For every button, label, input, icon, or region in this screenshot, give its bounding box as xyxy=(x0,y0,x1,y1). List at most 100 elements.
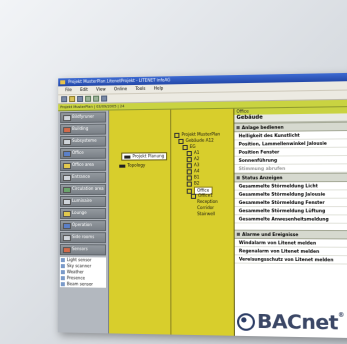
expand-icon xyxy=(186,181,192,187)
sensor-list: Light sensor Sky scanner Weather Presenc… xyxy=(59,257,107,288)
menu-file[interactable]: File xyxy=(65,87,72,92)
list-item[interactable]: Vereisungsschutz von Litenet melden xyxy=(234,255,347,265)
app-window: Projekt MusterPlan.LitenetProjekt - LITE… xyxy=(57,72,347,339)
building-icon xyxy=(63,127,72,134)
sensor-icon xyxy=(62,247,71,254)
expand-icon xyxy=(186,150,192,156)
tree-label: Stairwell xyxy=(197,211,216,217)
project-panel: Projekt Planung Topology xyxy=(109,109,172,335)
nav-label: Subsysteme xyxy=(72,137,97,143)
list-item-label: Sky scanner xyxy=(66,263,92,269)
nav-item-circulation[interactable]: Circulation area xyxy=(60,183,107,196)
settings-icon[interactable] xyxy=(101,95,108,102)
nav-item-luminaire[interactable]: Luminaire xyxy=(59,195,107,208)
nav-item-office-area[interactable]: Office area xyxy=(60,159,107,172)
collapse-icon xyxy=(236,176,240,180)
nav-label: Luminaire xyxy=(71,197,92,203)
undo-icon[interactable] xyxy=(85,95,92,102)
list-item[interactable]: Gesammelte Störmeldung Fenster xyxy=(234,198,347,208)
collapse-icon xyxy=(236,232,240,236)
nav-item-office[interactable]: Office xyxy=(60,147,107,160)
nav-item-side-rooms[interactable]: Side rooms xyxy=(59,232,107,244)
registered-mark: ® xyxy=(337,311,344,319)
collapse-icon xyxy=(236,126,240,130)
redo-icon[interactable] xyxy=(93,95,100,102)
entrance-icon xyxy=(63,174,71,182)
nav-item-subsysteme[interactable]: Subsysteme xyxy=(60,135,107,148)
list-item[interactable]: Gesammelte Störmeldung Licht xyxy=(234,181,347,191)
expand-icon xyxy=(190,193,197,199)
section-header[interactable]: Alarme und Ereignisse xyxy=(234,229,347,240)
tree-label: A1 xyxy=(193,149,200,156)
nav-item-entrance[interactable]: Entrance xyxy=(60,171,107,184)
save-icon[interactable] xyxy=(77,95,84,102)
project-tree: Projekt MusterPlan Gebäude A12 EG A1 A2 … xyxy=(174,131,231,217)
office-icon xyxy=(63,150,72,158)
lounge-icon xyxy=(62,211,71,218)
operation-icon xyxy=(62,223,71,230)
arrow-icon xyxy=(124,155,131,159)
tree-label: Corridor xyxy=(197,205,214,211)
new-icon[interactable] xyxy=(61,96,68,103)
section-label: Status Anzeigen xyxy=(241,175,283,181)
nav-item-bildfyruner[interactable]: Bildfyruner xyxy=(60,111,107,124)
menu-help[interactable]: Help xyxy=(154,86,163,91)
logo-word: BACnet xyxy=(257,310,339,335)
list-item[interactable]: Gesammelte Störmeldung Jalousie xyxy=(234,190,347,199)
menu-view[interactable]: View xyxy=(96,87,106,92)
topology-label: Topology xyxy=(127,162,146,168)
nav-label: Bildfyruner xyxy=(72,113,95,120)
window-title: Projekt MusterPlan.LitenetProjekt - LITE… xyxy=(68,77,171,85)
circulation-icon xyxy=(62,186,71,193)
project-planning-item[interactable]: Projekt Planung xyxy=(121,152,168,161)
bacnet-logo: BACnet® xyxy=(235,297,347,339)
section-header[interactable]: Anlage bedienen xyxy=(234,121,347,133)
app-icon xyxy=(60,80,66,85)
bacnet-logo-icon xyxy=(236,312,255,331)
tree-label: Gebäude A12 xyxy=(185,137,214,143)
list-item-label: Presence xyxy=(66,275,85,281)
weather-icon xyxy=(60,270,65,275)
nav-label: Building xyxy=(72,125,89,131)
expand-icon xyxy=(182,144,188,150)
logo-dot xyxy=(241,316,247,323)
nav-item-sensors[interactable]: Sensors xyxy=(59,244,107,256)
tree-label: Reception xyxy=(197,198,218,204)
expand-icon xyxy=(186,168,192,174)
topology-item[interactable]: Topology xyxy=(119,163,145,169)
section-header[interactable]: Status Anzeigen xyxy=(234,172,347,183)
tree-panel: Projekt MusterPlan Gebäude A12 EG A1 A2 … xyxy=(171,108,235,336)
nav-label: Circulation area xyxy=(71,185,104,191)
expand-icon xyxy=(178,138,184,144)
nav-item-operation[interactable]: Operation xyxy=(59,220,107,232)
project-planning-label: Projekt Planung xyxy=(132,153,165,159)
tree-label: A2 xyxy=(193,156,200,162)
nav-label: Sensors xyxy=(71,246,88,252)
sky-scanner-icon xyxy=(60,264,65,269)
menu-edit[interactable]: Edit xyxy=(80,87,88,92)
detail-panel: Office Gebäude Anlage bedienen Helligkei… xyxy=(234,106,347,339)
expand-icon xyxy=(186,174,192,181)
open-folder-icon[interactable] xyxy=(69,96,76,103)
nav-item-lounge[interactable]: Lounge xyxy=(59,208,107,220)
light-sensor-icon xyxy=(60,258,65,263)
tree-label: EG xyxy=(189,143,196,149)
list-item[interactable]: Beam sensor xyxy=(60,281,106,288)
nav-icon xyxy=(63,115,72,122)
tree-label: A4 xyxy=(193,168,200,174)
expand-icon xyxy=(186,162,192,168)
expand-icon xyxy=(186,156,192,162)
list-item-label: Weather xyxy=(66,269,84,275)
tree-node-stairwell[interactable]: Stairwell xyxy=(174,211,231,217)
menu-tools[interactable]: Tools xyxy=(135,86,145,91)
office-area-icon xyxy=(63,162,72,170)
list-item[interactable]: Gesammelte Störmeldung Lüftung xyxy=(234,207,347,216)
menu-online[interactable]: Online xyxy=(114,86,127,91)
subsystem-icon xyxy=(63,138,72,146)
nav-label: Lounge xyxy=(71,210,87,216)
beam-sensor-icon xyxy=(60,282,65,287)
left-nav: Bildfyruner Building Subsysteme Office O… xyxy=(57,110,110,334)
nav-label: Office xyxy=(72,149,84,155)
section-label: Anlage bedienen xyxy=(241,124,284,131)
nav-item-building[interactable]: Building xyxy=(60,123,107,136)
